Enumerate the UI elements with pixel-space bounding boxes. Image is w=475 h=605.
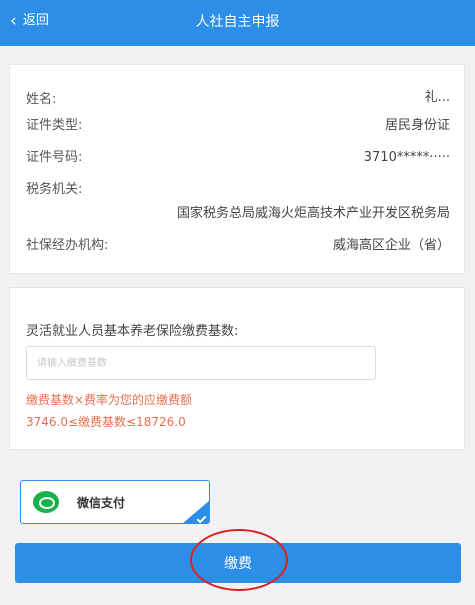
agency-label: 社保经办机构: bbox=[26, 238, 109, 253]
pay-method-label: 微信支付 bbox=[77, 496, 126, 510]
tax-office-label: 税务机关: bbox=[26, 182, 83, 197]
contribution-base-card: 灵活就业人员基本养老保险缴费基数: 缴费基数×费率为您的应缴费额 3746.0≤… bbox=[9, 287, 465, 450]
applicant-info-card: 姓名: 礼... 证件类型: 居民身份证 证件号码: 3710*****····… bbox=[9, 64, 465, 274]
wechat-icon bbox=[33, 491, 59, 513]
name-label: 姓名: bbox=[26, 92, 57, 107]
page-title: 人社自主申报 bbox=[195, 14, 280, 30]
base-range-hint: 3746.0≤缴费基数≤18726.0 bbox=[26, 415, 186, 429]
id-number-value: 3710*****····· bbox=[363, 150, 450, 165]
contribution-base-label: 灵活就业人员基本养老保险缴费基数: bbox=[26, 324, 239, 339]
top-nav-bar: ‹ 返回 人社自主申报 bbox=[0, 0, 475, 46]
id-type-label: 证件类型: bbox=[26, 118, 83, 133]
fee-hint: 缴费基数×费率为您的应缴费额 bbox=[26, 393, 193, 407]
contribution-base-input[interactable] bbox=[26, 346, 376, 380]
agency-value: 威海高区企业（省） bbox=[332, 238, 450, 253]
tax-office-value: 国家税务总局威海火炬高技术产业开发区税务局 bbox=[176, 206, 450, 221]
wechat-pay-option[interactable]: 微信支付 bbox=[20, 480, 210, 524]
id-number-label: 证件号码: bbox=[26, 150, 83, 165]
id-type-value: 居民身份证 bbox=[384, 118, 450, 133]
pay-button[interactable]: 缴费 bbox=[15, 543, 461, 583]
name-value: 礼... bbox=[424, 90, 450, 105]
